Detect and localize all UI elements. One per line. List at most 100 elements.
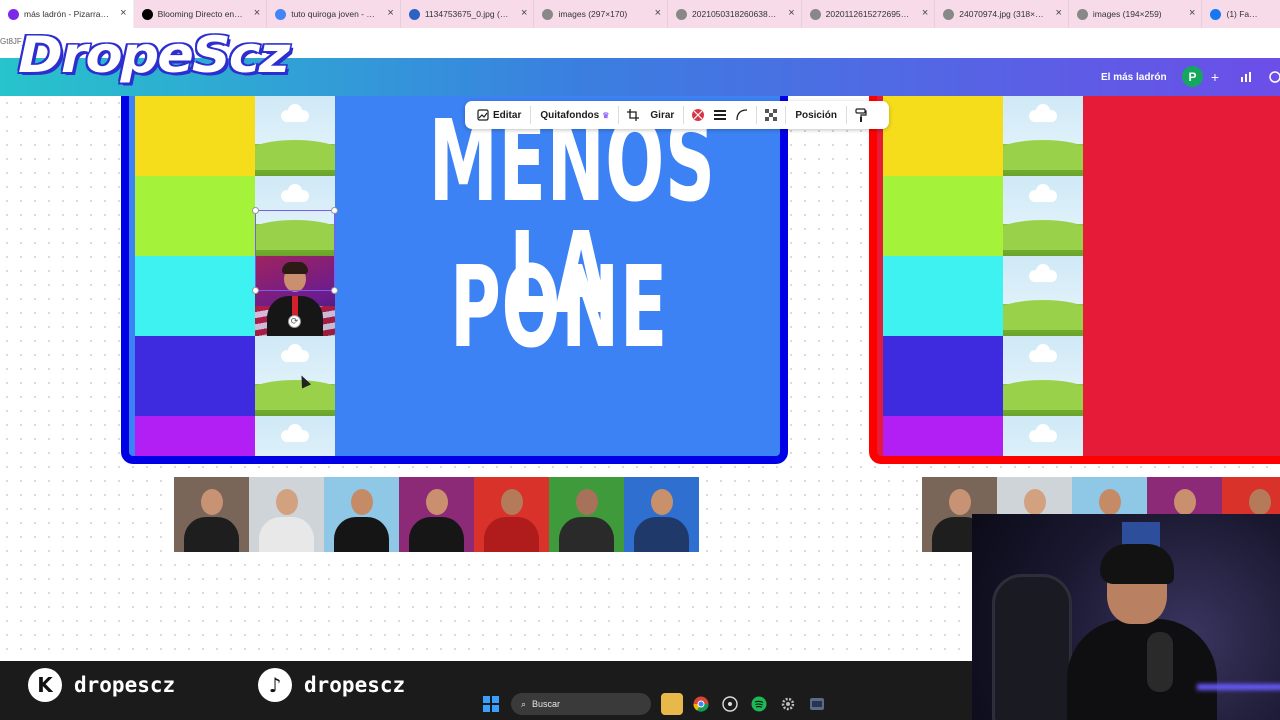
- browser-tab[interactable]: 1134753675_0.jpg (300×3 ×: [401, 0, 535, 28]
- taskbar-search[interactable]: ⌕ Buscar: [511, 693, 651, 715]
- tab-label: 1134753675_0.jpg (300×3: [424, 9, 512, 19]
- corner-radius-icon[interactable]: [731, 101, 753, 129]
- placeholder-image-tile[interactable]: [1003, 256, 1083, 336]
- candidate-photo[interactable]: [399, 477, 474, 552]
- color-cell[interactable]: [135, 336, 255, 416]
- placeholder-image-tile[interactable]: [255, 336, 335, 416]
- tab-label: tuto quiroga joven - Busc: [291, 9, 378, 19]
- browser-tab[interactable]: 20210503182606383 08.jp ×: [668, 0, 802, 28]
- candidate-photo[interactable]: [549, 477, 624, 552]
- browser-tab[interactable]: images (297×170) ×: [534, 0, 669, 28]
- candidate-photo-strip[interactable]: [174, 477, 699, 552]
- search-icon: ⌕: [521, 698, 527, 709]
- candidate-photo[interactable]: [624, 477, 699, 552]
- close-tab-icon[interactable]: ×: [655, 7, 661, 19]
- browser-tab[interactable]: (1) Faceb: [1202, 0, 1280, 28]
- file-explorer-icon[interactable]: [660, 693, 683, 715]
- game-board-blue[interactable]: MENOS LA PONE: [121, 96, 788, 464]
- checkerboard-icon[interactable]: [760, 101, 782, 129]
- tiktok-social: ♪ dropescz: [258, 668, 405, 702]
- tab-label: 24070974.jpg (318×405): [959, 9, 1046, 19]
- streamer-body: [1067, 619, 1217, 720]
- close-tab-icon[interactable]: ×: [387, 7, 393, 19]
- rotate-icon[interactable]: ⟳: [288, 315, 301, 328]
- gaming-chair: [992, 574, 1072, 720]
- close-tab-icon[interactable]: ×: [120, 7, 126, 19]
- led-light: [1197, 684, 1280, 690]
- headline-line-2[interactable]: PONE: [429, 252, 689, 364]
- divider: [618, 106, 620, 124]
- candidate-photo[interactable]: [474, 477, 549, 552]
- x-icon: [141, 8, 153, 20]
- image-icon: [1076, 8, 1088, 20]
- close-tab-icon[interactable]: ×: [1189, 7, 1195, 19]
- kick-icon: K: [28, 668, 62, 702]
- document-title[interactable]: El más ladrón: [1101, 72, 1167, 83]
- crop-icon[interactable]: [622, 101, 644, 129]
- color-cell[interactable]: [883, 336, 1003, 416]
- user-avatar[interactable]: P: [1182, 66, 1203, 87]
- browser-tab[interactable]: 24070974.jpg (318×405) ×: [935, 0, 1069, 28]
- close-tab-icon[interactable]: ×: [1055, 7, 1061, 19]
- color-cell[interactable]: [135, 256, 255, 336]
- placeholder-image-tile[interactable]: [1003, 96, 1083, 176]
- divider: [683, 106, 685, 124]
- tab-label: 20210503182606383 08.jp: [692, 9, 779, 19]
- transparency-icon[interactable]: [687, 101, 709, 129]
- browser-tab-bar: más ladrón - Pizarra on × Blooming Directo…: [0, 0, 1280, 28]
- settings-gear-icon[interactable]: [777, 693, 799, 715]
- windows-start-icon[interactable]: [480, 693, 502, 715]
- google-icon: [275, 8, 287, 20]
- kick-social: K dropescz: [28, 668, 175, 702]
- close-tab-icon[interactable]: ×: [922, 7, 928, 19]
- close-tab-icon[interactable]: ×: [521, 7, 527, 19]
- color-cell[interactable]: [135, 176, 255, 256]
- comment-icon[interactable]: [1266, 68, 1280, 86]
- color-cell[interactable]: [883, 176, 1003, 256]
- edit-button[interactable]: Editar: [471, 101, 527, 129]
- webcam-overlay: [972, 514, 1280, 720]
- placeholder-image-tile[interactable]: [1003, 416, 1083, 456]
- color-cell[interactable]: [135, 96, 255, 176]
- color-cell[interactable]: [883, 416, 1003, 456]
- placeholder-image-tile[interactable]: [255, 416, 335, 456]
- placeholder-image-tile[interactable]: [1003, 176, 1083, 256]
- tiktok-icon: ♪: [258, 668, 292, 702]
- image-icon: [542, 8, 554, 20]
- candidate-photo[interactable]: [249, 477, 324, 552]
- browser-tab[interactable]: Blooming Directo en X: "T ×: [134, 0, 268, 28]
- lines-icon[interactable]: [709, 101, 731, 129]
- app-window-icon[interactable]: [806, 693, 828, 715]
- color-cell[interactable]: [883, 96, 1003, 176]
- remove-background-button[interactable]: Quitafondos ♛: [534, 101, 615, 129]
- close-tab-icon[interactable]: ×: [788, 7, 794, 19]
- color-cell[interactable]: [883, 256, 1003, 336]
- paint-roller-icon[interactable]: [850, 101, 872, 129]
- browser-tab[interactable]: 20201126152726958 58.jp ×: [802, 0, 936, 28]
- candidate-photo[interactable]: [174, 477, 249, 552]
- canva-icon: [8, 8, 19, 20]
- color-cell[interactable]: [135, 416, 255, 456]
- browser-tab[interactable]: images (194×259) ×: [1069, 0, 1203, 28]
- browser-tab[interactable]: tuto quiroga joven - Busc ×: [267, 0, 401, 28]
- image-icon: [943, 8, 955, 20]
- placeholder-image-tile[interactable]: [1003, 336, 1083, 416]
- browser-tab[interactable]: más ladrón - Pizarra on ×: [0, 0, 134, 28]
- close-tab-icon[interactable]: ×: [254, 7, 260, 19]
- position-button[interactable]: Posición: [789, 101, 843, 129]
- game-board-red[interactable]: [869, 96, 1280, 464]
- placeholder-image-tile[interactable]: [255, 96, 335, 176]
- spotify-icon[interactable]: [748, 693, 770, 715]
- candidate-photo[interactable]: [324, 477, 399, 552]
- placeholder-image-tile[interactable]: [255, 176, 335, 256]
- flip-button[interactable]: Girar: [644, 101, 680, 129]
- chrome-icon[interactable]: [690, 693, 712, 715]
- bar-chart-icon[interactable]: [1237, 68, 1255, 86]
- tab-label: Blooming Directo en X: "T: [157, 9, 245, 19]
- streamer-hair: [1100, 544, 1174, 584]
- add-collaborator-button[interactable]: +: [1206, 68, 1224, 86]
- crown-icon: ♛: [602, 110, 610, 120]
- divider: [530, 106, 532, 124]
- obs-icon[interactable]: [719, 693, 741, 715]
- tab-label: 20201126152726958 58.jp: [825, 9, 913, 19]
